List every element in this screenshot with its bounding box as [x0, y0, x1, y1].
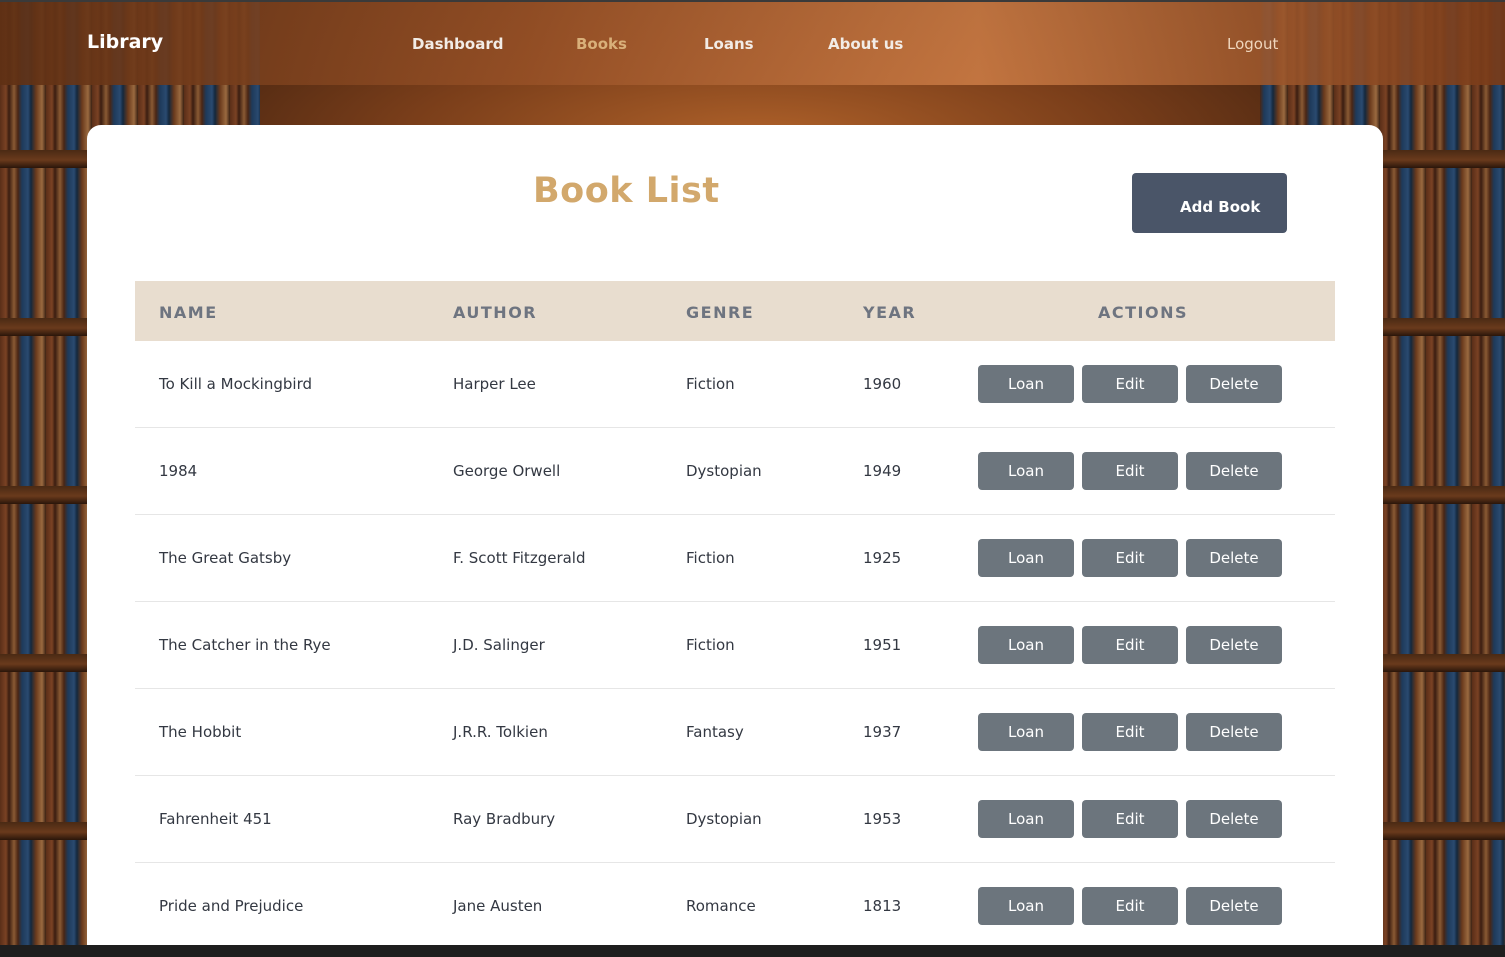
edit-button[interactable]: Edit: [1082, 887, 1178, 925]
book-author-cell: J.R.R. Tolkien: [453, 723, 548, 741]
book-year-cell: 1813: [863, 897, 902, 915]
book-author-cell: Ray Bradbury: [453, 810, 556, 828]
page-title: Book List: [533, 171, 720, 211]
column-header-year: YEAR: [863, 303, 917, 322]
loan-button[interactable]: Loan: [978, 887, 1074, 925]
column-header-author: AUTHOR: [453, 303, 538, 322]
table-row: Pride and Prejudice Jane Austen Romance 181…: [135, 863, 1335, 950]
table-row: To Kill a Mockingbird Harper Lee Fiction 19…: [135, 341, 1335, 428]
loan-button[interactable]: Loan: [978, 539, 1074, 577]
edit-button[interactable]: Edit: [1082, 626, 1178, 664]
book-genre-cell: Fantasy: [686, 723, 744, 741]
book-author-cell: George Orwell: [453, 462, 561, 480]
book-name-cell: Fahrenheit 451: [159, 810, 272, 828]
table-row: The Great Gatsby F. Scott Fitzgerald Ficti…: [135, 515, 1335, 602]
book-year-cell: 1937: [863, 723, 902, 741]
book-author-cell: F. Scott Fitzgerald: [453, 549, 586, 567]
book-genre-cell: Romance: [686, 897, 756, 915]
book-genre-cell: Dystopian: [686, 462, 762, 480]
book-genre-cell: Dystopian: [686, 810, 762, 828]
taskbar-strip: [0, 945, 1505, 957]
table-row: 1984 George Orwell Dystopian 1949 Loan Edit De…: [135, 428, 1335, 515]
table-row: The Hobbit J.R.R. Tolkien Fantasy 1937 Loan E…: [135, 689, 1335, 776]
edit-button[interactable]: Edit: [1082, 365, 1178, 403]
add-book-button[interactable]: Add Book: [1132, 173, 1287, 233]
delete-button[interactable]: Delete: [1186, 452, 1282, 490]
books-table: NAME AUTHOR GENRE YEAR ACTIONS To Kill a…: [135, 281, 1335, 950]
delete-button[interactable]: Delete: [1186, 713, 1282, 751]
table-body: To Kill a Mockingbird Harper Lee Fiction 19…: [135, 341, 1335, 950]
book-author-cell: J.D. Salinger: [453, 636, 545, 654]
book-name-cell: The Great Gatsby: [159, 549, 292, 567]
nav-about-us[interactable]: About us: [828, 35, 903, 53]
book-genre-cell: Fiction: [686, 636, 735, 654]
edit-button[interactable]: Edit: [1082, 452, 1178, 490]
loan-button[interactable]: Loan: [978, 452, 1074, 490]
book-author-cell: Harper Lee: [453, 375, 536, 393]
logout-link[interactable]: Logout: [1227, 35, 1278, 53]
nav-loans[interactable]: Loans: [704, 35, 754, 53]
book-year-cell: 1960: [863, 375, 902, 393]
book-name-cell: Pride and Prejudice: [159, 897, 304, 915]
book-year-cell: 1953: [863, 810, 902, 828]
delete-button[interactable]: Delete: [1186, 887, 1282, 925]
delete-button[interactable]: Delete: [1186, 539, 1282, 577]
book-year-cell: 1951: [863, 636, 902, 654]
edit-button[interactable]: Edit: [1082, 539, 1178, 577]
book-name-cell: To Kill a Mockingbird: [159, 375, 312, 393]
table-row: The Catcher in the Rye J.D. Salinger Ficti…: [135, 602, 1335, 689]
loan-button[interactable]: Loan: [978, 713, 1074, 751]
navbar: Library Dashboard Books Loans About us L…: [0, 0, 1505, 85]
book-year-cell: 1949: [863, 462, 902, 480]
delete-button[interactable]: Delete: [1186, 800, 1282, 838]
book-name-cell: The Catcher in the Rye: [159, 636, 331, 654]
book-author-cell: Jane Austen: [453, 897, 543, 915]
brand-logo[interactable]: Library: [87, 31, 163, 53]
book-genre-cell: Fiction: [686, 375, 735, 393]
table-row: Fahrenheit 451 Ray Bradbury Dystopian 1953 L…: [135, 776, 1335, 863]
column-header-name: NAME: [159, 303, 218, 322]
book-year-cell: 1925: [863, 549, 902, 567]
book-genre-cell: Fiction: [686, 549, 735, 567]
table-header: NAME AUTHOR GENRE YEAR ACTIONS: [135, 281, 1335, 341]
edit-button[interactable]: Edit: [1082, 800, 1178, 838]
loan-button[interactable]: Loan: [978, 800, 1074, 838]
nav-books[interactable]: Books: [576, 35, 627, 53]
loan-button[interactable]: Loan: [978, 365, 1074, 403]
column-header-actions: ACTIONS: [1098, 303, 1189, 322]
book-list-card: Book List Add Book NAME AUTHOR GENRE YEA…: [87, 125, 1383, 957]
column-header-genre: GENRE: [686, 303, 755, 322]
edit-button[interactable]: Edit: [1082, 713, 1178, 751]
nav-dashboard[interactable]: Dashboard: [412, 35, 503, 53]
delete-button[interactable]: Delete: [1186, 626, 1282, 664]
book-name-cell: The Hobbit: [159, 723, 242, 741]
delete-button[interactable]: Delete: [1186, 365, 1282, 403]
loan-button[interactable]: Loan: [978, 626, 1074, 664]
book-name-cell: 1984: [159, 462, 198, 480]
